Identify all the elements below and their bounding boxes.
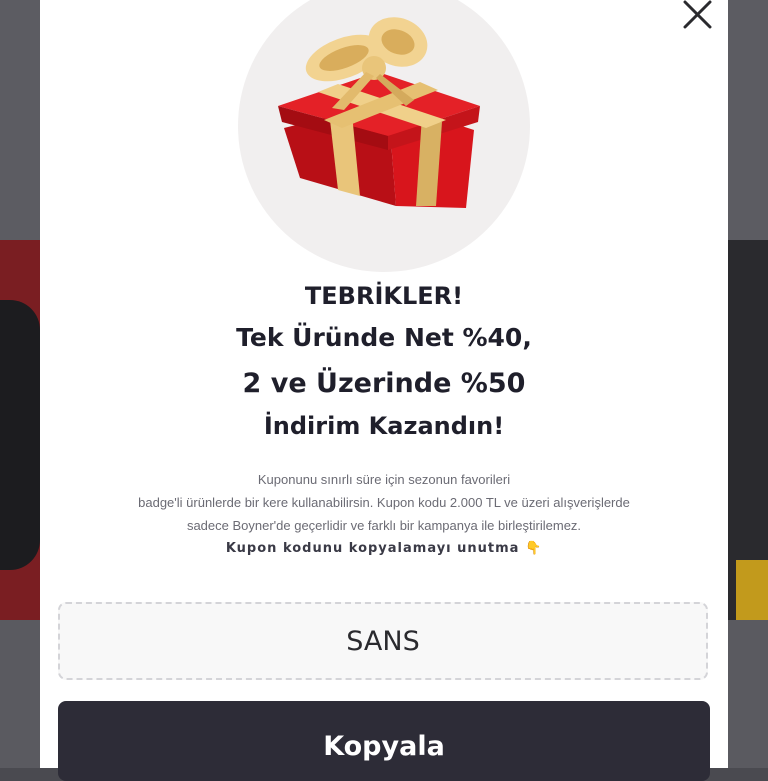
headline-discount-won: İndirim Kazandın!: [263, 412, 505, 440]
background-right-accent: [736, 560, 768, 620]
coupon-code-value: SANS: [346, 625, 420, 657]
copy-button-label: Kopyala: [323, 731, 445, 762]
gift-box-icon: [278, 17, 480, 208]
description-line-2: badge'li ürünlerde bir kere kullanabilir…: [138, 495, 630, 510]
description-line-3: sadece Boyner'de geçerlidir ve farklı bi…: [186, 518, 582, 533]
description-line-1: Kuponunu sınırlı süre için sezonun favor…: [257, 472, 511, 487]
headline-single-product-discount: Tek Üründe Net %40,: [236, 323, 532, 352]
headline-congrats: TEBRİKLER!: [304, 282, 464, 310]
coupon-code-field[interactable]: SANS: [58, 602, 708, 680]
close-icon[interactable]: [680, 0, 716, 30]
copy-reminder: Kupon kodunu kopyalamayı unutma 👇: [40, 541, 728, 556]
background-left-figure: [0, 300, 40, 570]
headline-multi-product-discount: 2 ve Üzerinde %50: [242, 368, 526, 399]
copy-reminder-text: Kupon kodunu kopyalamayı unutma: [225, 541, 520, 556]
coupon-modal: TEBRİKLER! Tek Üründe Net %40, 2 ve Üzer…: [40, 0, 728, 781]
copy-button[interactable]: Kopyala: [58, 701, 710, 781]
pointing-down-icon: 👇: [524, 541, 543, 556]
gift-illustration: [238, 0, 530, 272]
